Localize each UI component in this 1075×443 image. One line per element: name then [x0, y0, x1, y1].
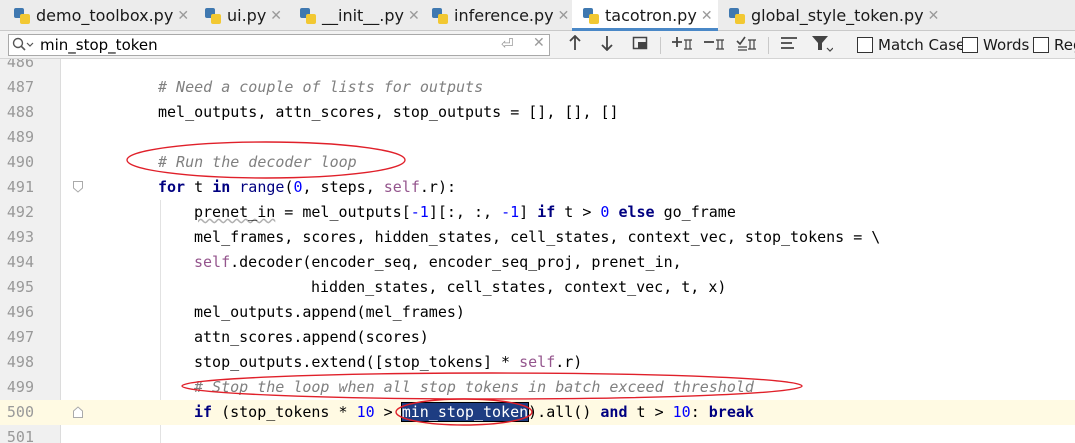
python-file-icon — [432, 7, 448, 24]
close-tab-icon[interactable]: ✕ — [270, 8, 282, 24]
code-line: 498 stop_outputs.extend([stop_tokens] * … — [0, 350, 1075, 375]
close-tab-icon[interactable]: ✕ — [928, 8, 940, 24]
code-text: mel_outputs, attn_scores, stop_outputs =… — [158, 103, 619, 121]
code-text: attn_scores.append(scores) — [194, 328, 429, 346]
tab-label: global_style_token.py — [751, 6, 924, 25]
editor-tab-bar: demo_toolbox.py ✕ ui.py ✕ __init__.py ✕ … — [0, 0, 1075, 31]
line-number: 486 — [6, 59, 34, 71]
select-all-occurrences-icon[interactable] — [630, 35, 650, 55]
python-file-icon — [14, 7, 30, 24]
find-bar: ⏎ ✕ Match Case Words Reg — [0, 31, 1075, 59]
line-number: 497 — [6, 328, 34, 346]
toolbar-separator — [768, 37, 769, 54]
line-number: 487 — [6, 78, 34, 96]
search-match-highlight: min_stop_token — [400, 402, 530, 422]
regex-label: Reg — [1054, 36, 1075, 54]
code-line: 493 mel_frames, scores, hidden_states, c… — [0, 225, 1075, 250]
tab-demo-toolbox[interactable]: demo_toolbox.py ✕ — [14, 0, 189, 31]
tab-label: inference.py — [454, 6, 554, 25]
python-file-icon — [205, 7, 221, 24]
tab-label: tacotron.py — [605, 6, 697, 25]
match-case-label: Match Case — [878, 36, 966, 54]
close-tab-icon[interactable]: ✕ — [558, 8, 570, 24]
line-number: 489 — [6, 128, 34, 146]
code-text: for t in range(0, steps, self.r): — [158, 178, 457, 196]
code-text: stop_outputs.extend([stop_tokens] * self… — [194, 353, 583, 371]
regex-checkbox[interactable] — [1033, 37, 1049, 53]
code-text: self.decoder(encoder_seq, encoder_seq_pr… — [194, 253, 682, 271]
line-number: 495 — [6, 278, 34, 296]
fold-marker-icon[interactable] — [73, 181, 83, 193]
code-text: hidden_states, cell_states, context_vec,… — [311, 278, 727, 296]
code-line: 492 prenet_in = mel_outputs[-1][:, :, -1… — [0, 200, 1075, 225]
tab-init[interactable]: __init__.py ✕ — [300, 0, 420, 31]
code-line: 495 hidden_states, cell_states, context_… — [0, 275, 1075, 300]
code-text: mel_outputs.append(mel_frames) — [194, 303, 465, 321]
line-number: 500 — [6, 403, 34, 421]
tab-inference[interactable]: inference.py ✕ — [432, 0, 569, 31]
words-label: Words — [983, 36, 1030, 54]
python-file-icon — [583, 7, 599, 24]
line-number: 490 — [6, 153, 34, 171]
tab-label: demo_toolbox.py — [36, 6, 174, 25]
line-number: 498 — [6, 353, 34, 371]
words-checkbox[interactable] — [962, 37, 978, 53]
code-line: 486 — [0, 59, 1075, 75]
match-case-checkbox[interactable] — [857, 37, 873, 53]
code-line: 499 # Stop the loop when all stop tokens… — [0, 375, 1075, 400]
tab-label: __init__.py — [322, 6, 405, 25]
code-line: 487 # Need a couple of lists for outputs — [0, 75, 1075, 100]
code-text: mel_frames, scores, hidden_states, cell_… — [194, 228, 881, 246]
code-text: if (stop_tokens * 10 > min_stop_token).a… — [194, 402, 754, 422]
code-text: prenet_in = mel_outputs[-1][:, :, -1] if… — [194, 203, 736, 221]
remove-selection-icon[interactable] — [703, 35, 727, 55]
line-number: 492 — [6, 203, 34, 221]
tab-label: ui.py — [227, 6, 267, 25]
code-line: 491 for t in range(0, steps, self.r): — [0, 175, 1075, 200]
code-line: 497 attn_scores.append(scores) — [0, 325, 1075, 350]
select-all-icon[interactable] — [735, 35, 759, 55]
code-editor[interactable]: 486 487 # Need a couple of lists for out… — [0, 59, 1075, 443]
line-number: 496 — [6, 303, 34, 321]
fold-end-marker-icon[interactable] — [73, 406, 83, 418]
toolbar-separator — [660, 37, 661, 54]
filter-icon[interactable] — [810, 35, 834, 55]
code-line: 489 — [0, 125, 1075, 150]
line-number: 493 — [6, 228, 34, 246]
line-number: 501 — [6, 428, 34, 443]
code-text: # Stop the loop when all stop tokens in … — [194, 378, 754, 396]
clear-search-icon[interactable]: ✕ — [533, 35, 545, 51]
options-list-icon[interactable] — [779, 35, 799, 55]
code-line: 488 mel_outputs, attn_scores, stop_outpu… — [0, 100, 1075, 125]
tab-tacotron[interactable]: tacotron.py ✕ — [572, 0, 718, 31]
code-line: 490 # Run the decoder loop — [0, 150, 1075, 175]
enter-icon[interactable]: ⏎ — [501, 35, 514, 53]
line-number: 494 — [6, 253, 34, 271]
python-file-icon — [729, 7, 745, 24]
search-field: ⏎ ✕ — [8, 34, 550, 56]
arrow-up-icon[interactable] — [566, 34, 584, 55]
code-text: # Run the decoder loop — [158, 153, 357, 171]
close-tab-icon[interactable]: ✕ — [177, 8, 189, 24]
code-line: 496 mel_outputs.append(mel_frames) — [0, 300, 1075, 325]
line-number: 488 — [6, 103, 34, 121]
code-line: 494 self.decoder(encoder_seq, encoder_se… — [0, 250, 1075, 275]
arrow-down-icon[interactable] — [598, 35, 616, 55]
tab-global-style-token[interactable]: global_style_token.py ✕ — [729, 0, 939, 31]
search-icon[interactable] — [12, 37, 36, 53]
code-text: # Need a couple of lists for outputs — [158, 78, 484, 96]
python-file-icon — [300, 7, 316, 24]
search-input[interactable] — [40, 36, 480, 54]
add-selection-icon[interactable] — [671, 35, 695, 55]
close-tab-icon[interactable]: ✕ — [408, 8, 420, 24]
line-number: 491 — [6, 178, 34, 196]
code-line: 501 — [0, 425, 1075, 443]
line-number: 499 — [6, 378, 34, 396]
tab-ui[interactable]: ui.py ✕ — [205, 0, 282, 31]
current-code-line: 500 if (stop_tokens * 10 > min_stop_toke… — [0, 400, 1075, 425]
close-tab-icon[interactable]: ✕ — [701, 8, 713, 24]
